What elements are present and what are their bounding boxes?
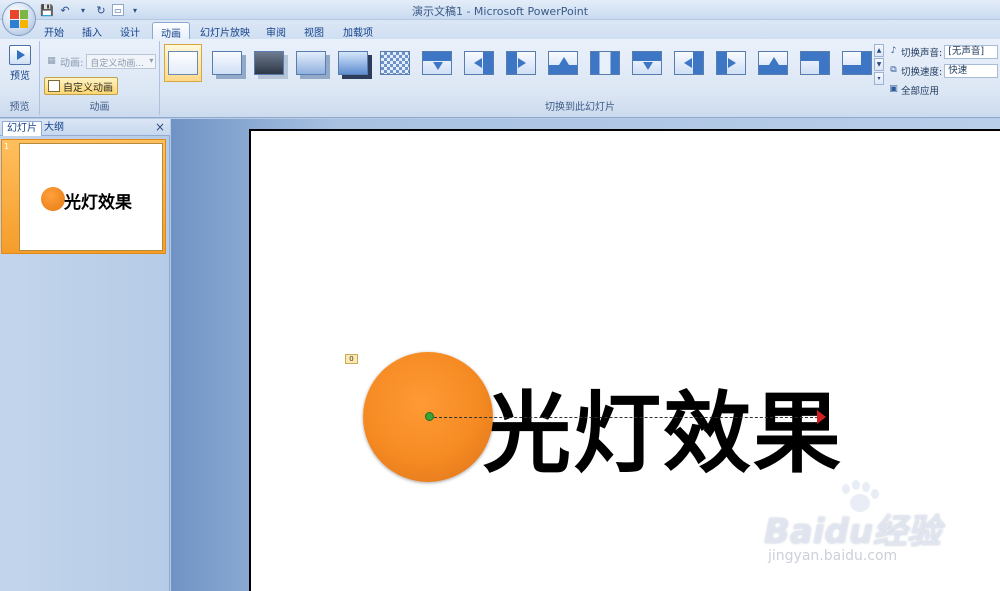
tab-review[interactable]: 审阅 bbox=[264, 22, 288, 39]
slide-title-text[interactable]: 光灯效果 bbox=[483, 363, 843, 490]
animate-row: ▦ 动画: 自定义动画... bbox=[46, 53, 157, 69]
preview-icon bbox=[9, 45, 31, 65]
animate-icon: ▦ bbox=[47, 55, 56, 66]
preview-group: 预览 预览 bbox=[0, 41, 40, 115]
tab-slideshow[interactable]: 幻灯片放映 bbox=[198, 22, 252, 39]
pane-tabs: 幻灯片 大纲 × bbox=[0, 119, 170, 136]
custom-animation-button[interactable]: 自定义动画 bbox=[44, 77, 118, 95]
custom-animation-icon bbox=[48, 80, 60, 92]
thumbnail-circle bbox=[41, 187, 65, 211]
preview-button-label: 预览 bbox=[10, 71, 30, 82]
slides-pane: 幻灯片 大纲 × 1 光灯效果 bbox=[0, 119, 170, 591]
transition-group: 切换到此幻灯片 bbox=[160, 41, 1000, 115]
watermark-main: Baidu经验 bbox=[764, 512, 942, 552]
animate-select[interactable]: 自定义动画... bbox=[86, 53, 157, 69]
tab-design[interactable]: 设计 bbox=[118, 22, 142, 39]
tab-outline[interactable]: 大纲 bbox=[40, 121, 68, 136]
custom-animation-label: 自定义动画 bbox=[63, 82, 113, 94]
transition-group-label: 切换到此幻灯片 bbox=[545, 102, 615, 113]
tab-insert[interactable]: 插入 bbox=[80, 22, 104, 39]
office-logo-icon bbox=[10, 10, 28, 28]
tab-slides[interactable]: 幻灯片 bbox=[2, 121, 42, 136]
watermark-sub: jingyan.baidu.com bbox=[768, 548, 898, 564]
preview-group-label: 预览 bbox=[9, 102, 30, 113]
tab-home[interactable]: 开始 bbox=[42, 22, 66, 39]
tab-view[interactable]: 视图 bbox=[302, 22, 326, 39]
window-title: 演示文稿1 - Microsoft PowerPoint bbox=[411, 5, 589, 18]
ribbon: 预览 预览 ▦ 动画: 自定义动画... 自定义动画 动画 bbox=[0, 39, 1000, 118]
thumbnail-title: 光灯效果 bbox=[64, 193, 132, 213]
slide-number: 1 bbox=[4, 142, 10, 151]
tab-addins[interactable]: 加载项 bbox=[340, 22, 376, 39]
animation-order-tag[interactable]: 0 bbox=[345, 354, 358, 364]
animate-label: 动画: bbox=[60, 57, 84, 69]
office-button[interactable] bbox=[2, 2, 36, 36]
motion-path-start-icon[interactable] bbox=[425, 412, 434, 421]
close-icon[interactable]: × bbox=[155, 120, 165, 134]
motion-path-line[interactable] bbox=[429, 417, 823, 418]
slide-thumbnail[interactable]: 1 光灯效果 bbox=[1, 139, 166, 254]
preview-button[interactable]: 预览 bbox=[4, 43, 36, 87]
motion-path-end-icon[interactable] bbox=[817, 410, 826, 424]
ribbon-tabs: 开始 插入 设计 动画 幻灯片放映 审阅 视图 加载项 bbox=[0, 20, 1000, 40]
tab-animation[interactable]: 动画 bbox=[152, 22, 190, 40]
title-bar: 💾 ↶ ▾ ↻ ▭ ▾ 演示文稿1 - Microsoft PowerPoint bbox=[0, 0, 1000, 20]
animation-group-label: 动画 bbox=[89, 102, 110, 113]
baidu-watermark: Baidu经验 jingyan.baidu.com bbox=[760, 480, 990, 575]
animation-group: ▦ 动画: 自定义动画... 自定义动画 动画 bbox=[40, 41, 160, 115]
slide-thumbnail-canvas: 光灯效果 bbox=[19, 143, 163, 251]
